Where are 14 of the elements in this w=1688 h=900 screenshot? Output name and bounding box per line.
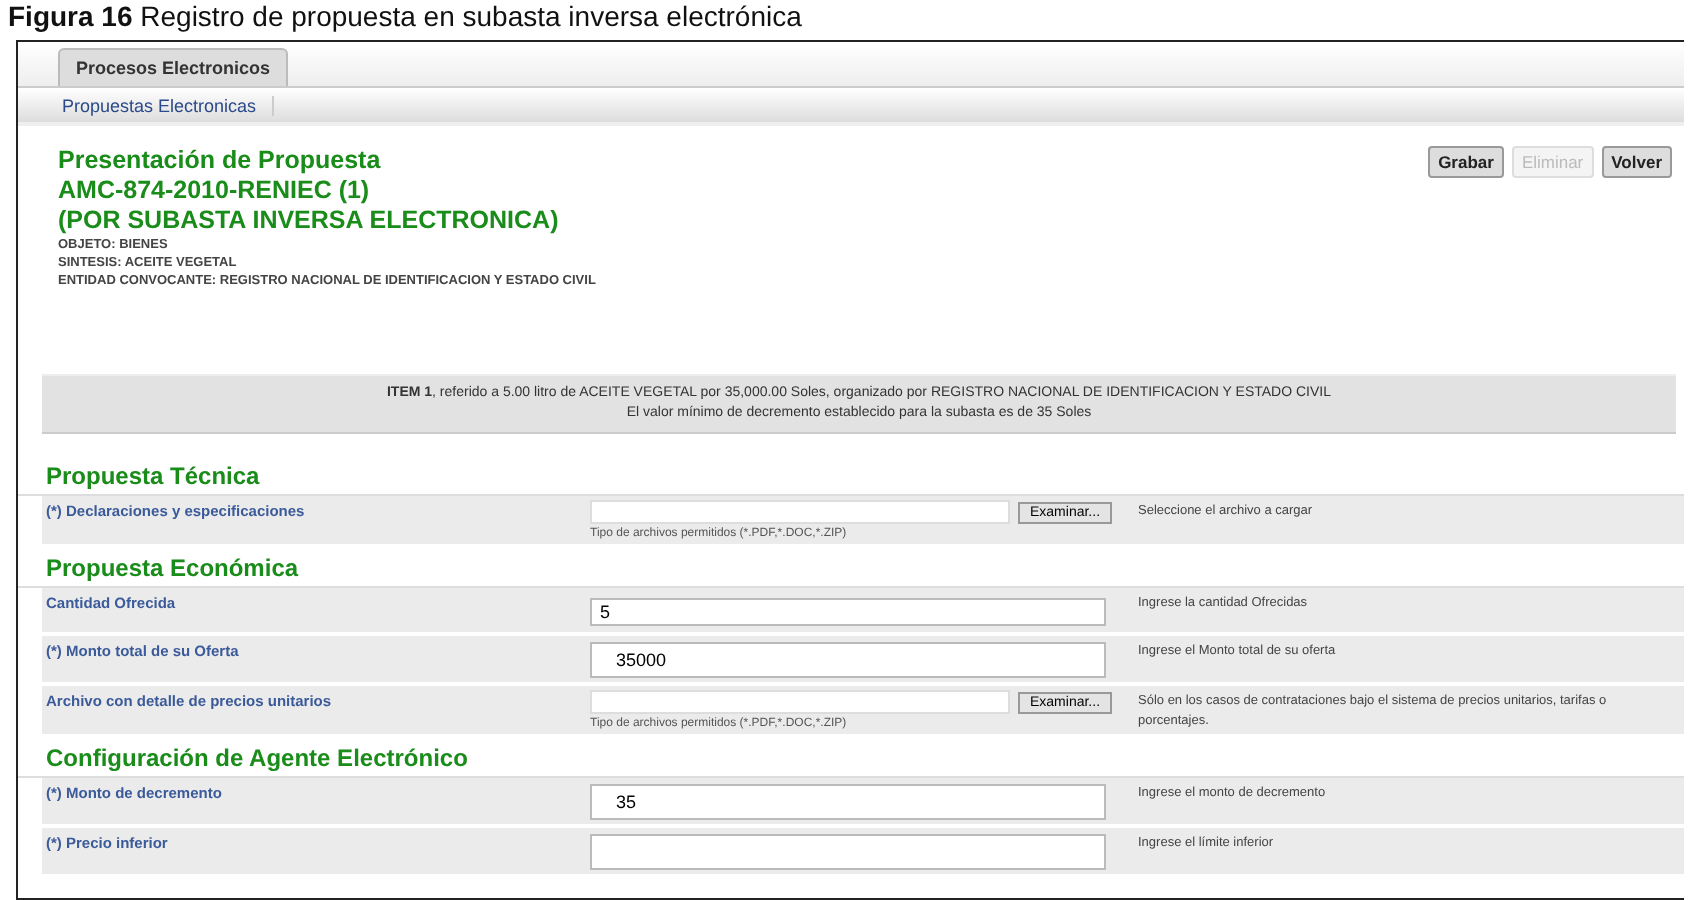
input-field[interactable] (590, 834, 1106, 870)
page-title: AMC-874-2010-RENIEC (1) (58, 176, 372, 206)
action-button[interactable]: Volver (1601, 146, 1672, 178)
file-field[interactable] (590, 500, 1010, 524)
input-field[interactable]: 35000 (590, 642, 1106, 678)
subtab[interactable]: Propuestas Electronicas (54, 95, 275, 115)
page-title: Presentación de Propuesta (58, 146, 383, 176)
input-field[interactable]: 5 (590, 598, 1106, 626)
page-title: (POR SUBASTA INVERSA ELECTRONICA) (58, 206, 561, 236)
figure-caption: Figura 16 Registro de propuesta en subasta inversa electrónica (6, 0, 802, 32)
input-field[interactable]: 35 (590, 784, 1106, 820)
action-button[interactable]: Grabar (1428, 146, 1504, 178)
file-field[interactable] (590, 690, 1010, 714)
tab[interactable]: Procesos Electronicos (58, 48, 289, 86)
